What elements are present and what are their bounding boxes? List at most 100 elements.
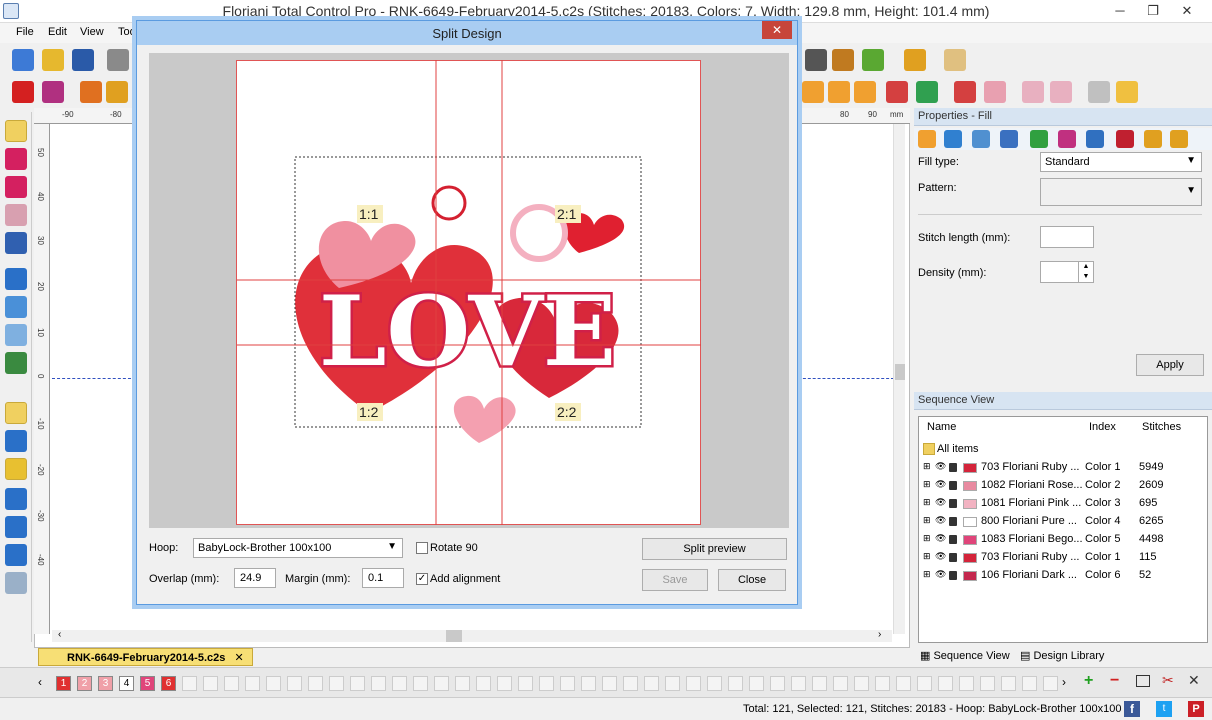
empty-page-slot[interactable] (1022, 676, 1037, 691)
monitor-icon[interactable] (1136, 675, 1150, 687)
empty-page-slot[interactable] (182, 676, 197, 691)
empty-page-slot[interactable] (833, 676, 848, 691)
empty-page-slot[interactable] (728, 676, 743, 691)
lock-icon[interactable] (949, 463, 957, 472)
menu-view[interactable]: View (80, 26, 104, 38)
col-stitches[interactable]: Stitches (1142, 421, 1181, 433)
empty-page-slot[interactable] (791, 676, 806, 691)
sequence-row[interactable]: ⊞ 👁 703 Floriani Ruby ... Color 1 5949 (919, 459, 1207, 477)
paint-icon[interactable] (862, 49, 884, 71)
empty-page-slot[interactable] (392, 676, 407, 691)
empty-page-slot[interactable] (497, 676, 512, 691)
empty-page-slot[interactable] (602, 676, 617, 691)
empty-page-slot[interactable] (1043, 676, 1058, 691)
empty-page-slot[interactable] (329, 676, 344, 691)
frame-icon[interactable] (80, 81, 102, 103)
group-icon[interactable] (802, 81, 824, 103)
align2-icon[interactable] (984, 81, 1006, 103)
color-page-button[interactable]: 6 (161, 676, 176, 691)
measure-icon[interactable] (5, 324, 27, 346)
empty-page-slot[interactable] (308, 676, 323, 691)
twitter-icon[interactable]: t (1156, 701, 1172, 717)
eye-icon[interactable]: 👁 (935, 461, 946, 472)
expand-icon[interactable]: ⊞ (923, 551, 931, 562)
empty-page-slot[interactable] (665, 676, 680, 691)
sequence-row[interactable]: ⊞ 👁 1081 Floriani Pink ... Color 3 695 (919, 495, 1207, 513)
hoop-select[interactable]: BabyLock-Brother 100x100 ▼ (193, 538, 403, 558)
pattern-select[interactable]: ▼ (1040, 178, 1202, 206)
select-arrow-icon[interactable] (5, 120, 27, 142)
open-folder-icon[interactable] (42, 49, 64, 71)
col-index[interactable]: Index (1089, 421, 1116, 433)
motif-icon[interactable] (1058, 130, 1076, 148)
cross-icon[interactable] (805, 49, 827, 71)
stitch-length-input[interactable] (1040, 226, 1094, 248)
minimize-button[interactable]: ─ (1105, 0, 1135, 22)
empty-page-slot[interactable] (707, 676, 722, 691)
close-window-button[interactable]: ✕ (1172, 0, 1202, 22)
print-icon[interactable] (107, 49, 129, 71)
eye-icon[interactable]: 👁 (935, 497, 946, 508)
eye-icon[interactable]: 👁 (935, 479, 946, 490)
knife-icon[interactable] (5, 204, 27, 226)
text-icon[interactable] (12, 81, 34, 103)
dialog-close-button[interactable]: ✕ (762, 21, 792, 39)
lock-icon[interactable] (949, 553, 957, 562)
color-page-button[interactable]: 3 (98, 676, 113, 691)
empty-page-slot[interactable] (917, 676, 932, 691)
crown-icon[interactable] (832, 49, 854, 71)
expand-icon[interactable]: ⊞ (923, 497, 931, 508)
split-icon[interactable] (5, 572, 27, 594)
add-color-icon[interactable]: + (1084, 672, 1093, 690)
empty-page-slot[interactable] (245, 676, 260, 691)
expand-icon[interactable]: ⊞ (923, 533, 931, 544)
close-button[interactable]: Close (718, 569, 786, 591)
empty-page-slot[interactable] (938, 676, 953, 691)
heart-icon[interactable] (1116, 130, 1134, 148)
frame2-icon[interactable] (106, 81, 128, 103)
tab-sequence-view[interactable]: ▦ Sequence View (920, 649, 1010, 662)
margin-input[interactable]: 0.1 (362, 568, 404, 588)
all-items-row[interactable]: All items (919, 441, 1207, 459)
hscroll-thumb[interactable] (446, 630, 462, 642)
eye-icon[interactable]: 👁 (935, 569, 946, 580)
expand-icon[interactable]: ⊞ (923, 569, 931, 580)
empty-page-slot[interactable] (518, 676, 533, 691)
info-icon[interactable] (5, 516, 27, 538)
empty-page-slot[interactable] (644, 676, 659, 691)
mirror-h-icon[interactable] (886, 81, 908, 103)
expand-icon[interactable]: ⊞ (923, 479, 931, 490)
split-preview-button[interactable]: Split preview (642, 538, 787, 560)
menu-file[interactable]: File (16, 26, 34, 38)
empty-page-slot[interactable] (203, 676, 218, 691)
empty-page-slot[interactable] (875, 676, 890, 691)
lock-icon[interactable] (949, 499, 957, 508)
grid-icon[interactable] (5, 430, 27, 452)
empty-page-slot[interactable] (371, 676, 386, 691)
close-tab-icon[interactable]: ✕ (234, 652, 243, 664)
order2-icon[interactable] (1050, 81, 1072, 103)
col-name[interactable]: Name (927, 421, 956, 433)
tab-design-library[interactable]: ▤ Design Library (1020, 649, 1104, 662)
empty-page-slot[interactable] (266, 676, 281, 691)
vscroll-thumb[interactable] (895, 364, 905, 380)
clover-icon[interactable] (904, 49, 926, 71)
lock-icon[interactable] (949, 535, 957, 544)
empty-page-slot[interactable] (1001, 676, 1016, 691)
overlap-input[interactable]: 24.9 (234, 568, 276, 588)
gear-icon[interactable] (1086, 130, 1104, 148)
zoom-icon[interactable] (5, 268, 27, 290)
remove-color-icon[interactable]: − (1110, 672, 1119, 690)
reshape-icon[interactable] (5, 232, 27, 254)
sequence-row[interactable]: ⊞ 👁 1082 Floriani Rose... Color 2 2609 (919, 477, 1207, 495)
color-page-button[interactable]: 5 (140, 676, 155, 691)
needle-icon[interactable]: ✂ (1162, 672, 1174, 689)
wand-icon[interactable] (944, 49, 966, 71)
lasso-icon[interactable] (5, 148, 27, 170)
eye-icon[interactable]: 👁 (935, 515, 946, 526)
wave-fill-icon[interactable] (944, 130, 962, 148)
node-icon[interactable] (5, 488, 27, 510)
stitch-icon[interactable] (5, 458, 27, 480)
empty-page-slot[interactable] (623, 676, 638, 691)
empty-page-slot[interactable] (980, 676, 995, 691)
